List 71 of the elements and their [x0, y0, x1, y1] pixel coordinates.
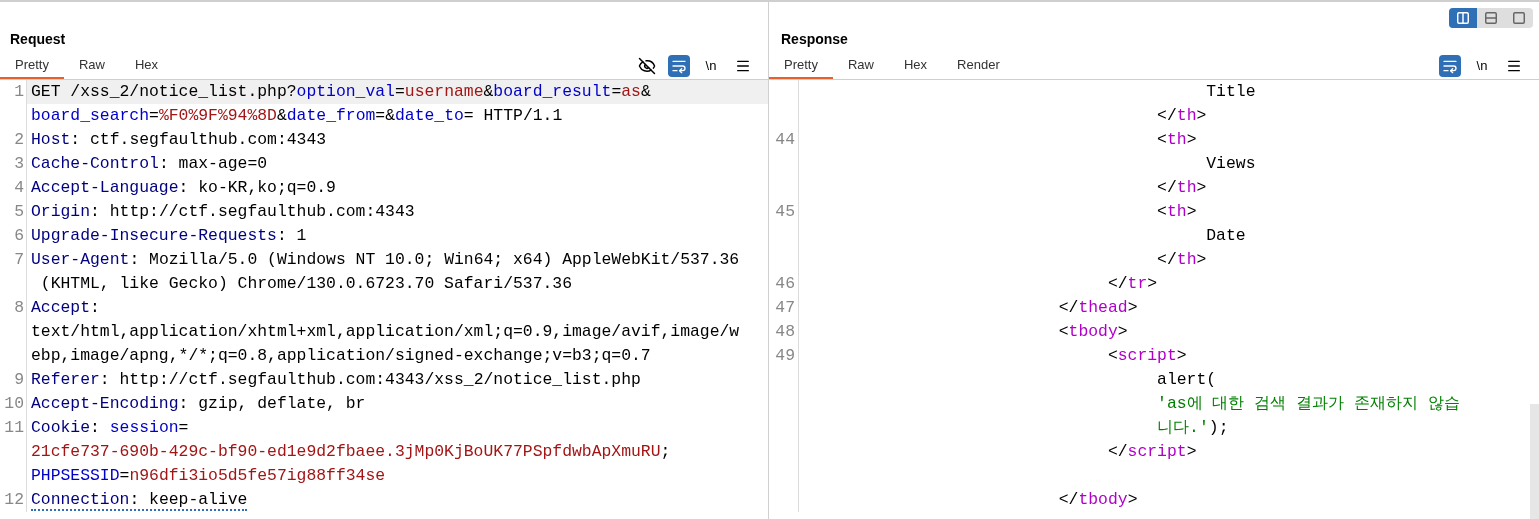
- wrap-lines-button[interactable]: [1439, 55, 1461, 77]
- code-line: </tr>: [1107, 274, 1158, 293]
- line-number: 45: [775, 202, 795, 221]
- view-tab[interactable]: Raw: [832, 53, 889, 79]
- line-number: 49: [775, 346, 795, 365]
- code-line: ebp,image/apng,*/*;q=0.8,application/signed-exchange;v=b3;q=0.7: [31, 346, 651, 365]
- panel-title: Response: [780, 30, 848, 49]
- code-line: board_search=%F0%9F%94%8D&date_from=&date_to= HTTP/1.1: [31, 106, 563, 125]
- newline-toggle[interactable]: \n: [1471, 55, 1493, 77]
- code-line: </tbody>: [1058, 490, 1138, 509]
- code-line: Views: [1206, 154, 1256, 173]
- line-number: 1: [14, 82, 24, 101]
- code-line: <th>: [1157, 202, 1197, 221]
- line-number: 11: [4, 418, 24, 437]
- line-number: 12: [4, 490, 24, 509]
- layout-icon: [1456, 11, 1470, 25]
- code-line: Referer: http://ctf.segfaulthub.com:4343/xss_2/notice_list.php: [31, 370, 641, 389]
- line-number: 10: [4, 394, 24, 413]
- line-number: 2: [14, 130, 24, 149]
- code-line: PHPSESSID=n96dfi3io5d5fe57ig88ff34se: [31, 466, 386, 485]
- line-number: 44: [775, 130, 795, 149]
- code-line: Upgrade-Insecure-Requests: 1: [31, 226, 307, 245]
- code-line: </thead>: [1058, 298, 1138, 317]
- panel-title: Request: [9, 30, 66, 49]
- newline-toggle[interactable]: \n: [700, 55, 722, 77]
- view-tab[interactable]: Pretty: [769, 53, 833, 79]
- code-line: </th>: [1157, 178, 1207, 197]
- view-tab[interactable]: Render: [942, 53, 1015, 79]
- layout-toggle-button[interactable]: [1449, 8, 1477, 28]
- view-tab[interactable]: Hex: [889, 53, 943, 79]
- line-number: 3: [14, 154, 24, 173]
- code-line: Host: ctf.segfaulthub.com:4343: [31, 130, 327, 149]
- scrollbar[interactable]: [1530, 404, 1539, 519]
- code-line: (KHTML, like Gecko) Chrome/130.0.6723.70 Safari/537.36: [39, 274, 572, 293]
- line-number: 46: [775, 274, 795, 293]
- code-line: Origin: http://ctf.segfaulthub.com:4343: [31, 202, 415, 221]
- line-number: 5: [14, 202, 24, 221]
- code-line: 21cfe737-690b-429c-bf90-ed1e9d2fbaee.3jMp0KjBoUK77PSpfdwbApXmuRU;: [31, 442, 671, 461]
- view-tab[interactable]: Hex: [120, 53, 174, 79]
- code-line: Cache-Control: max-age=0: [31, 154, 268, 173]
- code-line: Connection: keep-alive: [31, 490, 248, 511]
- code-line: </th>: [1157, 250, 1207, 269]
- code-line: GET /xss_2/notice_list.php?option_val=username&board_result=as&: [31, 82, 651, 101]
- line-number: 9: [14, 370, 24, 389]
- code-line: </th>: [1157, 106, 1207, 125]
- line-number: 4: [14, 178, 24, 197]
- line-number: 8: [14, 298, 24, 317]
- code-line: 'as에 대한 검색 결과가 존재하지 않습: [1157, 394, 1460, 413]
- layout-icon: [1512, 11, 1526, 25]
- code-line: text/html,application/xhtml+xml,application/xml;q=0.9,image/avif,image/w: [31, 322, 740, 341]
- code-line: <script>: [1107, 346, 1187, 365]
- code-line: Accept-Language: ko-KR,ko;q=0.9: [31, 178, 336, 197]
- hidden-eye-icon[interactable]: [636, 55, 658, 77]
- code-line: 니다.');: [1157, 418, 1229, 437]
- code-line: <th>: [1157, 130, 1197, 149]
- line-number: 7: [14, 250, 24, 269]
- line-number: 6: [14, 226, 24, 245]
- code-line: Title: [1206, 82, 1256, 101]
- code-line: Accept-Encoding: gzip, deflate, br: [31, 394, 366, 413]
- code-line: User-Agent: Mozilla/5.0 (Windows NT 10.0; Win64; x64) AppleWebKit/537.36: [31, 250, 740, 269]
- view-tab[interactable]: Raw: [63, 53, 120, 79]
- code-line: alert(: [1157, 370, 1217, 389]
- code-line: Date: [1206, 226, 1246, 245]
- wrap-lines-button[interactable]: [668, 55, 690, 77]
- line-number: 48: [775, 322, 795, 341]
- layout-icon: [1484, 11, 1498, 25]
- line-number: 47: [775, 298, 795, 317]
- code-line: </script>: [1107, 442, 1197, 461]
- code-line: Cookie: session=: [31, 418, 189, 437]
- code-line: Accept:: [31, 298, 100, 317]
- code-line: <tbody>: [1058, 322, 1128, 341]
